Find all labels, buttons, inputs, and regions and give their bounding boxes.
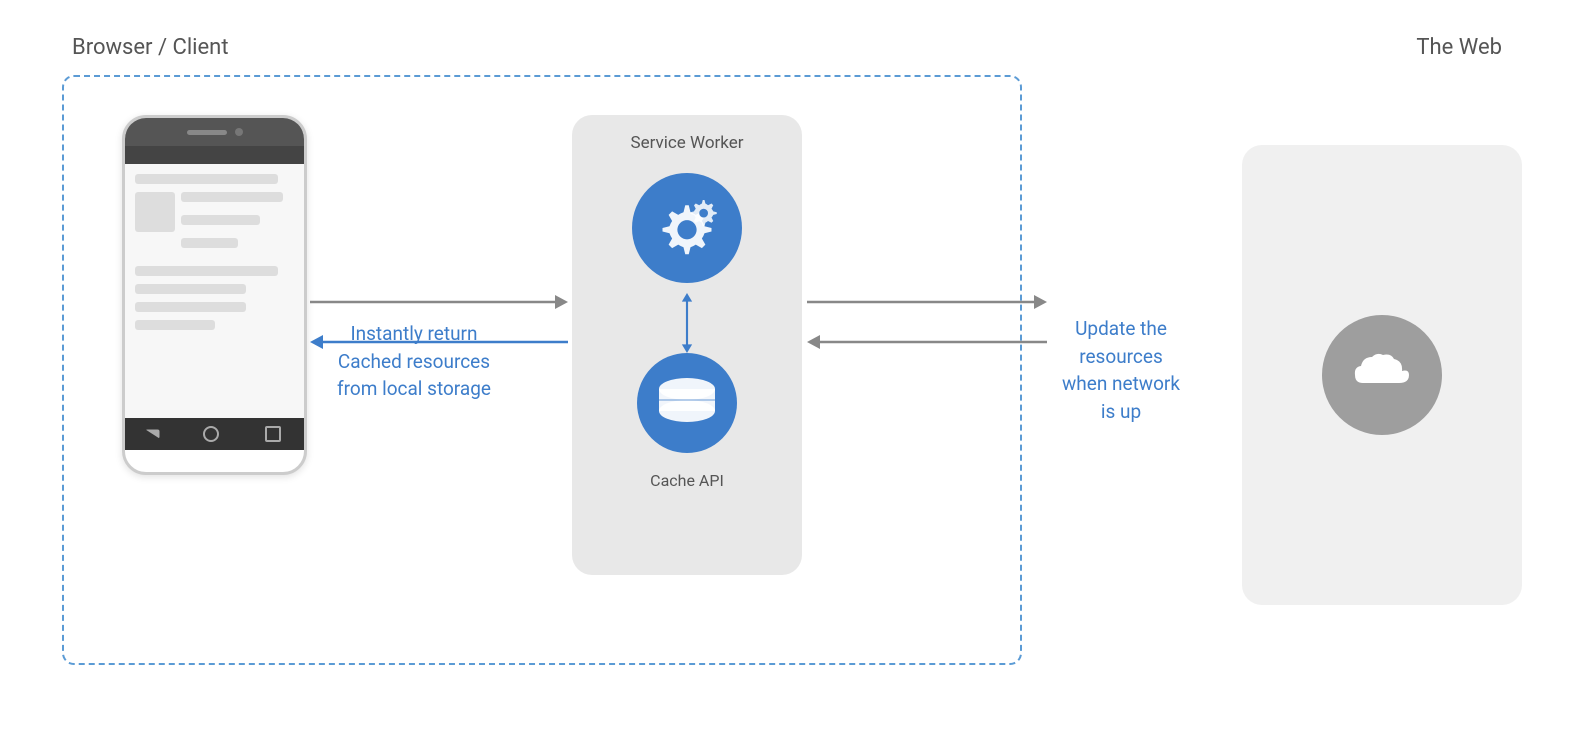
arrow-web-to-sw: [807, 332, 1047, 360]
vertical-double-arrow-svg: [677, 293, 697, 353]
cache-circle: [637, 353, 737, 453]
line-3: [181, 238, 238, 248]
gear-icon: [652, 193, 722, 263]
line-1: [181, 192, 283, 202]
line-2: [181, 215, 260, 225]
instantly-return-text: Instantly return: [350, 322, 477, 345]
cloud-circle: [1322, 315, 1442, 435]
nav-recent: [265, 426, 281, 442]
content-bar-5: [135, 320, 215, 330]
service-worker-label: Service Worker: [630, 133, 743, 153]
arrow-sw-to-web: [807, 292, 1047, 320]
is-up-text: is up: [1101, 400, 1141, 423]
database-icon: [657, 376, 717, 431]
phone-content: [125, 164, 304, 418]
update-label: Update the resources when network is up: [1062, 315, 1180, 425]
nav-back: [146, 430, 160, 439]
phone-top-bar: [125, 118, 304, 146]
update-the-text: Update the: [1075, 317, 1167, 340]
web-box: [1242, 145, 1522, 605]
browser-client-label: Browser / Client: [72, 35, 229, 60]
content-bar-3: [135, 284, 246, 294]
phone-camera: [235, 128, 243, 136]
content-block-1: [135, 192, 294, 256]
phone-bottom-nav: [125, 418, 304, 450]
content-bar-2: [135, 266, 278, 276]
cloud-icon: [1347, 351, 1417, 399]
gear-circle: [632, 173, 742, 283]
nav-home: [203, 426, 219, 442]
diagram-container: Browser / Client The Web: [42, 25, 1542, 705]
phone-status-bar: [125, 146, 304, 164]
service-worker-panel: Service Worker: [572, 115, 802, 575]
phone-speaker: [187, 130, 227, 135]
resources-text: resources: [1079, 345, 1163, 368]
content-bar-1: [135, 174, 278, 184]
from-local-storage-text: from local storage: [337, 377, 491, 400]
vertical-arrow: [677, 293, 697, 353]
cached-resources-text: Cached resources: [338, 350, 490, 373]
when-network-text: when network: [1062, 372, 1180, 395]
cache-api-label: Cache API: [650, 471, 724, 490]
instantly-label: Instantly return Cached resources from l…: [337, 320, 491, 403]
content-lines: [181, 192, 294, 256]
phone-illustration: [122, 115, 307, 475]
the-web-label: The Web: [1416, 35, 1502, 60]
content-square: [135, 192, 175, 232]
arrow-phone-to-sw: [310, 292, 568, 320]
content-bar-4: [135, 302, 246, 312]
